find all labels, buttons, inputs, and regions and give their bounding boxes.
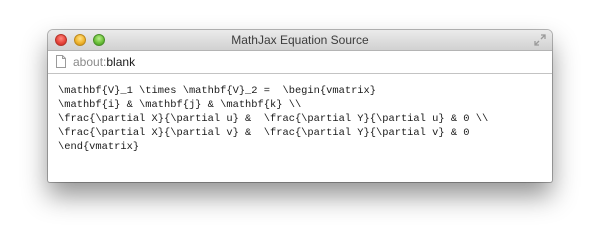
browser-window: MathJax Equation Source about:blank \mat…	[48, 30, 552, 182]
equation-source: \mathbf{V}_1 \times \mathbf{V}_2 = \begi…	[58, 84, 552, 154]
source-line: \frac{\partial X}{\partial v} & \frac{\p…	[58, 127, 470, 139]
source-line: \mathbf{i} & \mathbf{j} & \mathbf{k} \\	[58, 99, 302, 111]
fullscreen-icon[interactable]	[534, 34, 546, 46]
page-icon	[56, 55, 66, 68]
url-path: blank	[106, 55, 136, 69]
page-content: \mathbf{V}_1 \times \mathbf{V}_2 = \begi…	[48, 74, 552, 154]
source-line: \frac{\partial X}{\partial u} & \frac{\p…	[58, 113, 489, 125]
url-scheme: about:	[73, 55, 107, 69]
source-line: \end{vmatrix}	[58, 141, 140, 153]
url-text[interactable]: about:blank	[73, 51, 135, 73]
address-bar[interactable]: about:blank	[48, 51, 552, 74]
source-line: \mathbf{V}_1 \times \mathbf{V}_2 = \begi…	[58, 85, 377, 97]
window-title: MathJax Equation Source	[231, 33, 369, 47]
title-bar[interactable]: MathJax Equation Source	[48, 30, 552, 51]
